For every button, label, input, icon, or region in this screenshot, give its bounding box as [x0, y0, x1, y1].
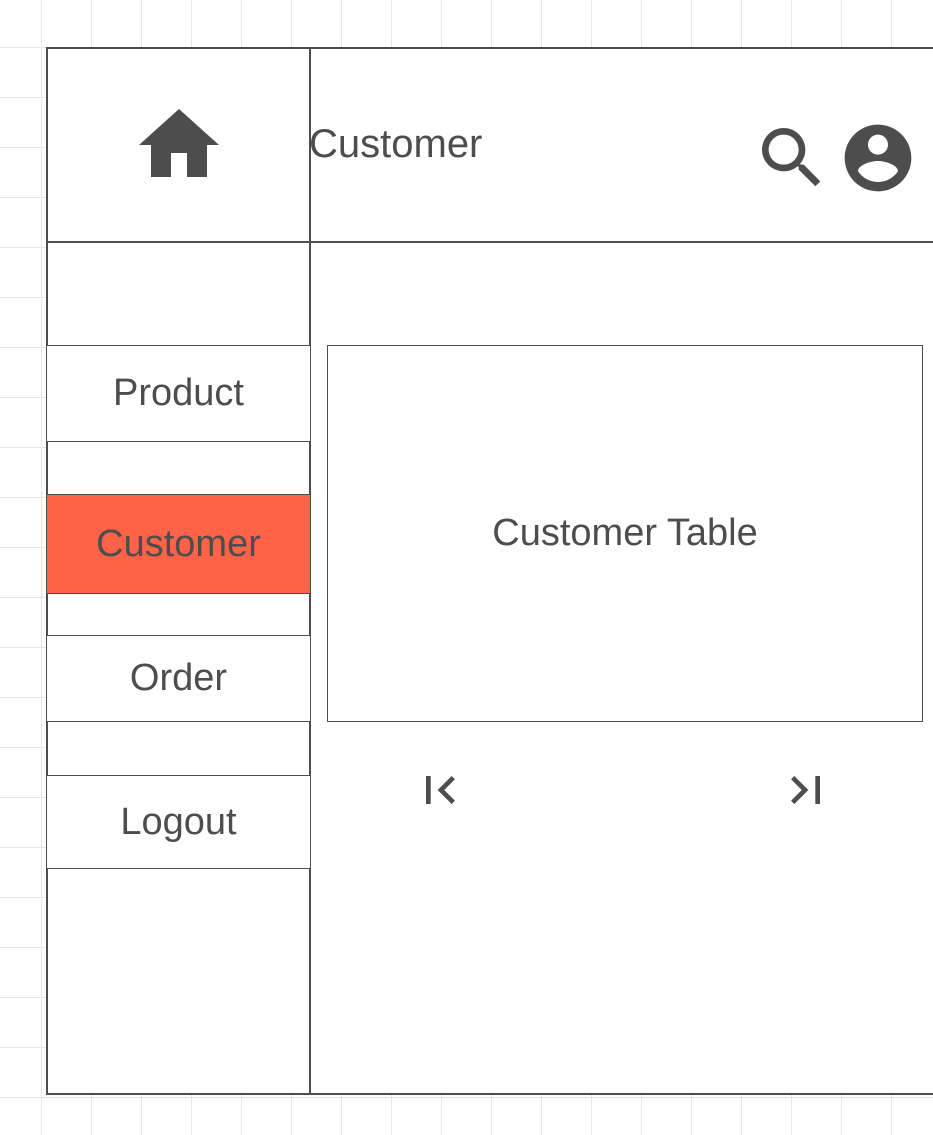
first-page-icon[interactable]	[412, 762, 468, 818]
sidebar-item-label: Customer	[96, 522, 261, 565]
search-icon[interactable]	[752, 118, 832, 198]
sidebar-item-product[interactable]: Product	[46, 345, 311, 442]
account-circle-icon[interactable]	[838, 118, 918, 198]
sidebar-item-customer[interactable]: Customer	[46, 494, 311, 594]
sidebar-item-order[interactable]: Order	[46, 635, 311, 722]
last-page-icon[interactable]	[778, 762, 834, 818]
sidebar-item-label: Order	[129, 657, 228, 699]
sidebar-item-label: Logout	[120, 800, 237, 843]
sidebar-item-logout[interactable]: Logout	[46, 775, 311, 869]
home-icon[interactable]	[131, 97, 227, 193]
page-title: Customer	[309, 122, 483, 166]
home-cell[interactable]	[46, 47, 311, 243]
customer-table-placeholder: Customer Table	[327, 345, 923, 722]
table-placeholder-label: Customer Table	[492, 512, 758, 554]
sidebar-item-label: Product	[113, 372, 244, 414]
